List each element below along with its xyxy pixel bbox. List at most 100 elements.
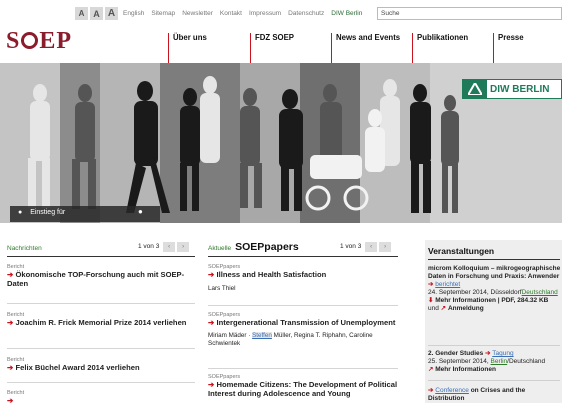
paper-item-title[interactable]: ➔ Intergenerational Transmission of Unem… xyxy=(208,318,398,327)
font-size-controls: A A A xyxy=(75,7,118,20)
arrow-right-icon: ➔ xyxy=(208,270,215,279)
news-divider xyxy=(7,382,195,383)
event-item: ➔ Conference on Crises and the Distribut… xyxy=(428,387,562,403)
paper-item[interactable]: SOEPpapers ➔ Homemade Citizens: The Deve… xyxy=(208,374,398,398)
font-size-large-button[interactable]: A xyxy=(105,7,118,20)
soep-logo[interactable]: S EP xyxy=(6,28,72,55)
arrow-right-icon: ➔ xyxy=(7,396,14,405)
logo-letters-ep: EP xyxy=(39,28,73,54)
arrow-up-right-icon: ↗ xyxy=(428,366,434,373)
event-more-row[interactable]: ↗ Mehr Informationen xyxy=(428,366,562,374)
top-link-kontakt[interactable]: Kontakt xyxy=(220,10,242,17)
paper-item-title[interactable]: ➔ Homemade Citizens: The Development of … xyxy=(208,380,398,398)
event-title: microm Kolloquium – mikrogeographische D… xyxy=(428,265,561,280)
paper-item[interactable]: SOEPpapers ➔ Intergenerational Transmiss… xyxy=(208,312,398,348)
paper-authors-text: Miriam Mäder · xyxy=(208,332,253,339)
news-item[interactable]: Bericht ➔ Felix Büchel Award 2014 verlie… xyxy=(7,357,195,372)
event-country-text: /Deutschland xyxy=(507,358,546,365)
diw-logo-icon xyxy=(463,80,487,98)
bullet-icon: ● xyxy=(18,209,23,216)
news-item[interactable]: Bericht ➔ Ökonomische TOP-Forschung auch… xyxy=(7,264,195,288)
news-item-title-text: Felix Büchel Award 2014 verliehen xyxy=(15,363,140,372)
events-panel: Veranstaltungen microm Kolloquium – mikr… xyxy=(425,240,562,403)
event-country-link[interactable]: Deutschland xyxy=(522,289,558,296)
news-item-title[interactable]: ➔ Felix Büchel Award 2014 verliehen xyxy=(7,363,195,372)
paper-item-authors: Miriam Mäder · Steffen Müller, Regina T.… xyxy=(208,332,398,348)
nav-publikationen[interactable]: Publikationen xyxy=(412,33,492,63)
nav-presse[interactable]: Presse xyxy=(493,33,562,63)
event-register-row[interactable]: und ↗ Anmeldung xyxy=(428,305,562,313)
events-header-divider xyxy=(428,259,560,260)
news-item-title-text: Joachim R. Frick Memorial Prize 2014 ver… xyxy=(15,318,187,327)
soeppapers-heading: SOEPpapers xyxy=(235,241,299,253)
author-highlight-link[interactable]: Steffen xyxy=(252,332,272,339)
events-divider xyxy=(428,380,560,381)
news-next-icon[interactable]: › xyxy=(177,242,190,252)
events-heading: Veranstaltungen xyxy=(428,246,495,256)
arrow-right-icon: ➔ xyxy=(428,387,434,394)
event-item: 2. Gender Studies ➔ Tagung 25. September… xyxy=(428,350,562,374)
logo-letter-s: S xyxy=(6,28,21,54)
top-link-english[interactable]: English xyxy=(123,10,144,17)
search-input[interactable]: Suche xyxy=(377,7,562,20)
event-date: 24. September 2014, DüsseldorfDeutschlan… xyxy=(428,289,562,297)
diw-banner[interactable]: DIW BERLIN xyxy=(462,79,562,99)
download-icon: ⬇ xyxy=(428,297,434,304)
font-size-medium-button[interactable]: A xyxy=(90,7,103,20)
nav-news-and-events[interactable]: News and Events xyxy=(331,33,411,63)
nachrichten-heading[interactable]: Nachrichten xyxy=(7,245,42,252)
news-divider xyxy=(7,348,195,349)
papers-prev-icon[interactable]: ‹ xyxy=(365,242,378,252)
event-more-text: Mehr Informationen | PDF, 284.32 KB xyxy=(435,297,549,304)
paper-item-title[interactable]: ➔ Illness and Health Satisfaction xyxy=(208,270,398,279)
news-header-divider xyxy=(7,256,195,257)
nav-fdz-soep[interactable]: FDZ SOEP xyxy=(250,33,330,63)
news-item-title[interactable]: ➔ Ökonomische TOP-Forschung auch mit SOE… xyxy=(7,270,195,288)
top-link-diw-berlin[interactable]: DIW Berlin xyxy=(331,10,362,17)
events-divider xyxy=(428,345,560,346)
einstieg-label: Einstieg für xyxy=(30,209,66,216)
event-more-row[interactable]: ⬇ Mehr Informationen | PDF, 284.32 KB xyxy=(428,297,562,305)
nav-ueber-uns[interactable]: Über uns xyxy=(168,33,248,63)
top-link-datenschutz[interactable]: Datenschutz xyxy=(288,10,324,17)
event-date-text: 25. September 2014, xyxy=(428,358,489,365)
paper-item-title-text: Homemade Citizens: The Development of Po… xyxy=(208,380,398,398)
aktuelle-tab[interactable]: Aktuelle xyxy=(208,245,231,252)
papers-next-icon[interactable]: › xyxy=(379,242,392,252)
news-item-title[interactable]: ➔ Joachim R. Frick Memorial Prize 2014 v… xyxy=(7,318,195,327)
news-divider xyxy=(7,303,195,304)
event-und-text: und xyxy=(428,305,439,312)
event-date: 25. September 2014, Berlin/Deutschland xyxy=(428,358,562,366)
arrow-right-icon: ➔ xyxy=(7,363,14,372)
arrow-right-icon: ➔ xyxy=(7,318,14,327)
news-pager: 1 von 3 ‹ › xyxy=(138,242,190,252)
papers-divider xyxy=(208,368,398,369)
arrow-right-icon: ➔ xyxy=(208,318,215,327)
papers-pager: 1 von 3 ‹ › xyxy=(340,242,392,252)
font-size-small-button[interactable]: A xyxy=(75,7,88,20)
event-tagung-link[interactable]: Tagung xyxy=(492,350,513,357)
logo-ring-icon xyxy=(21,32,39,49)
event-link-row: ➔ berichtet xyxy=(428,281,562,289)
news-item-title-text: Ökonomische TOP-Forschung auch mit SOEP-… xyxy=(7,270,185,288)
hero-image: DIW BERLIN xyxy=(0,63,562,223)
arrow-right-icon: ➔ xyxy=(428,281,434,288)
top-link-newsletter[interactable]: Newsletter xyxy=(182,10,213,17)
paper-item-title-text: Illness and Health Satisfaction xyxy=(216,270,327,279)
event-city-link[interactable]: Berlin xyxy=(491,358,508,365)
event-berichtet-link[interactable]: berichtet xyxy=(435,281,460,288)
paper-item-title-text: Intergenerational Transmission of Unempl… xyxy=(216,318,396,327)
papers-header-divider xyxy=(208,256,398,257)
top-link-impressum[interactable]: Impressum xyxy=(249,10,281,17)
event-item: microm Kolloquium – mikrogeographische D… xyxy=(428,265,562,313)
paper-authors-text: Lars Thiel xyxy=(208,285,236,292)
paper-item[interactable]: SOEPpapers ➔ Illness and Health Satisfac… xyxy=(208,264,398,293)
arrow-right-icon: ➔ xyxy=(485,350,491,357)
news-prev-icon[interactable]: ‹ xyxy=(163,242,176,252)
slide-dot-icon[interactable]: ● xyxy=(138,207,143,216)
news-item-title[interactable]: ➔ xyxy=(7,396,195,405)
top-link-sitemap[interactable]: Sitemap xyxy=(151,10,175,17)
event-conference-link[interactable]: Conference xyxy=(435,387,469,394)
news-item[interactable]: Bericht ➔ Joachim R. Frick Memorial Priz… xyxy=(7,312,195,327)
arrow-right-icon: ➔ xyxy=(7,270,14,279)
